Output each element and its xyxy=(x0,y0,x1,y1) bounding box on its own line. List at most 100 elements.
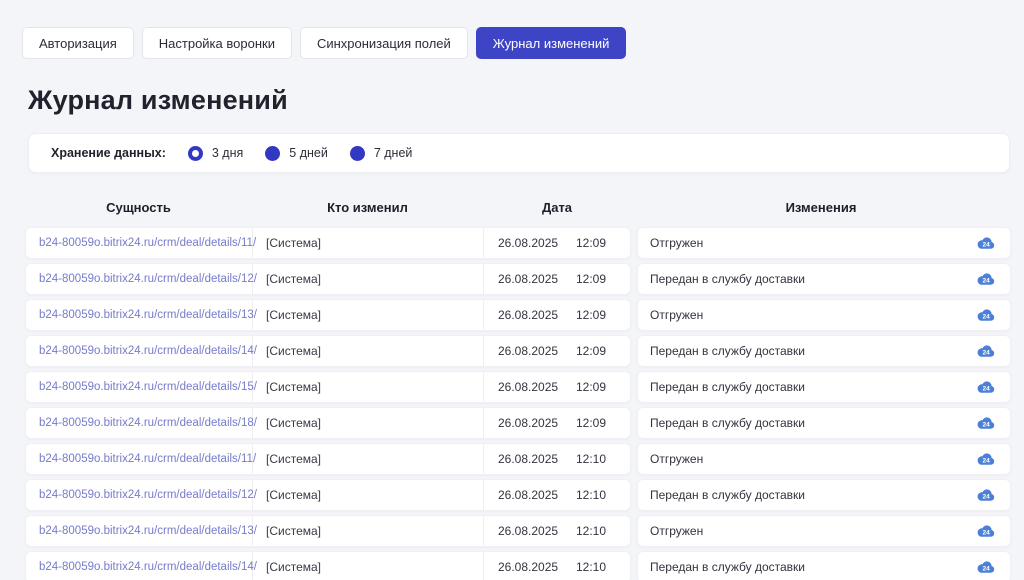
row-time: 12:10 xyxy=(576,488,606,502)
row-time: 12:09 xyxy=(576,236,606,250)
table-row: b24-80059o.bitrix24.ru/crm/deal/details/… xyxy=(25,263,1011,295)
entity-cell: b24-80059o.bitrix24.ru/crm/deal/details/… xyxy=(26,264,253,294)
radio-option-label: 5 дней xyxy=(289,146,328,160)
row-change-text: Передан в службу доставки xyxy=(650,560,805,574)
bitrix24-cloud-icon[interactable]: 24 xyxy=(976,344,996,358)
bitrix24-cloud-icon[interactable]: 24 xyxy=(976,416,996,430)
entity-link[interactable]: b24-80059o.bitrix24.ru/crm/deal/details/… xyxy=(39,561,257,573)
entity-cell: b24-80059o.bitrix24.ru/crm/deal/details/… xyxy=(26,336,253,366)
radio-unselected-icon[interactable] xyxy=(350,146,365,161)
bitrix24-cloud-icon[interactable]: 24 xyxy=(976,308,996,322)
bitrix24-cloud-icon[interactable]: 24 xyxy=(976,452,996,466)
entity-link[interactable]: b24-80059o.bitrix24.ru/crm/deal/details/… xyxy=(39,489,257,501)
entity-link[interactable]: b24-80059o.bitrix24.ru/crm/deal/details/… xyxy=(39,525,257,537)
who-cell: [Система] xyxy=(253,444,484,474)
changes-cell-card: Отгружен 24 xyxy=(637,443,1011,475)
tab-funnel-settings[interactable]: Настройка воронки xyxy=(142,27,292,59)
radio-option-label: 3 дня xyxy=(212,146,243,160)
table-row: b24-80059o.bitrix24.ru/crm/deal/details/… xyxy=(25,479,1011,511)
table-header: Сущность Кто изменил Дата Изменения xyxy=(25,200,1011,215)
who-cell: [Система] xyxy=(253,228,484,258)
date-cell: 26.08.2025 12:09 xyxy=(484,336,630,366)
column-header-changes: Изменения xyxy=(631,200,1011,215)
row-change-text: Передан в службу доставки xyxy=(650,416,805,430)
entity-link[interactable]: b24-80059o.bitrix24.ru/crm/deal/details/… xyxy=(39,237,256,249)
tab-authorization[interactable]: Авторизация xyxy=(22,27,134,59)
bitrix24-cloud-icon[interactable]: 24 xyxy=(976,524,996,538)
row-date: 26.08.2025 xyxy=(498,308,558,322)
table-row: b24-80059o.bitrix24.ru/crm/deal/details/… xyxy=(25,227,1011,259)
row-date: 26.08.2025 xyxy=(498,488,558,502)
row-main-card: b24-80059o.bitrix24.ru/crm/deal/details/… xyxy=(25,551,631,580)
row-change-text: Отгружен xyxy=(650,452,703,466)
row-change-text: Передан в службу доставки xyxy=(650,488,805,502)
row-main-card: b24-80059o.bitrix24.ru/crm/deal/details/… xyxy=(25,371,631,403)
row-change-text: Передан в службу доставки xyxy=(650,344,805,358)
bitrix24-cloud-icon[interactable]: 24 xyxy=(976,380,996,394)
radio-option-label: 7 дней xyxy=(374,146,413,160)
changes-cell-card: Передан в службу доставки 24 xyxy=(637,479,1011,511)
date-cell: 26.08.2025 12:09 xyxy=(484,264,630,294)
column-header-date: Дата xyxy=(483,200,631,215)
entity-cell: b24-80059o.bitrix24.ru/crm/deal/details/… xyxy=(26,480,253,510)
row-date: 26.08.2025 xyxy=(498,524,558,538)
entity-link[interactable]: b24-80059o.bitrix24.ru/crm/deal/details/… xyxy=(39,309,257,321)
who-cell: [Система] xyxy=(253,408,484,438)
row-change-text: Отгружен xyxy=(650,524,703,538)
date-cell: 26.08.2025 12:09 xyxy=(484,372,630,402)
radio-unselected-icon[interactable] xyxy=(265,146,280,161)
entity-cell: b24-80059o.bitrix24.ru/crm/deal/details/… xyxy=(26,444,253,474)
row-change-text: Передан в службу доставки xyxy=(650,272,805,286)
changes-cell-card: Передан в службу доставки 24 xyxy=(637,407,1011,439)
bitrix24-cloud-icon[interactable]: 24 xyxy=(976,560,996,574)
who-cell: [Система] xyxy=(253,372,484,402)
radio-option-3-days[interactable]: 3 дня xyxy=(188,146,243,161)
entity-link[interactable]: b24-80059o.bitrix24.ru/crm/deal/details/… xyxy=(39,345,257,357)
row-main-card: b24-80059o.bitrix24.ru/crm/deal/details/… xyxy=(25,515,631,547)
tab-field-sync[interactable]: Синхронизация полей xyxy=(300,27,468,59)
bitrix24-cloud-icon[interactable]: 24 xyxy=(976,272,996,286)
entity-link[interactable]: b24-80059o.bitrix24.ru/crm/deal/details/… xyxy=(39,417,257,429)
date-cell: 26.08.2025 12:10 xyxy=(484,516,630,546)
radio-option-5-days[interactable]: 5 дней xyxy=(265,146,328,161)
row-time: 12:10 xyxy=(576,524,606,538)
date-cell: 26.08.2025 12:09 xyxy=(484,228,630,258)
radio-option-7-days[interactable]: 7 дней xyxy=(350,146,413,161)
table-row: b24-80059o.bitrix24.ru/crm/deal/details/… xyxy=(25,299,1011,331)
changes-cell-card: Передан в службу доставки 24 xyxy=(637,551,1011,580)
entity-link[interactable]: b24-80059o.bitrix24.ru/crm/deal/details/… xyxy=(39,381,257,393)
row-time: 12:09 xyxy=(576,416,606,430)
tab-change-log[interactable]: Журнал изменений xyxy=(476,27,627,59)
changes-cell-card: Отгружен 24 xyxy=(637,227,1011,259)
table-row: b24-80059o.bitrix24.ru/crm/deal/details/… xyxy=(25,407,1011,439)
svg-text:24: 24 xyxy=(983,421,991,428)
table-row: b24-80059o.bitrix24.ru/crm/deal/details/… xyxy=(25,443,1011,475)
entity-link[interactable]: b24-80059o.bitrix24.ru/crm/deal/details/… xyxy=(39,453,256,465)
row-time: 12:09 xyxy=(576,344,606,358)
entity-cell: b24-80059o.bitrix24.ru/crm/deal/details/… xyxy=(26,300,253,330)
svg-text:24: 24 xyxy=(983,241,991,248)
row-date: 26.08.2025 xyxy=(498,344,558,358)
svg-text:24: 24 xyxy=(983,457,991,464)
entity-link[interactable]: b24-80059o.bitrix24.ru/crm/deal/details/… xyxy=(39,273,257,285)
changes-cell-card: Отгружен 24 xyxy=(637,299,1011,331)
bitrix24-cloud-icon[interactable]: 24 xyxy=(976,236,996,250)
date-cell: 26.08.2025 12:10 xyxy=(484,552,630,580)
row-main-card: b24-80059o.bitrix24.ru/crm/deal/details/… xyxy=(25,335,631,367)
radio-selected-icon[interactable] xyxy=(188,146,203,161)
entity-cell: b24-80059o.bitrix24.ru/crm/deal/details/… xyxy=(26,372,253,402)
row-time: 12:10 xyxy=(576,452,606,466)
row-date: 26.08.2025 xyxy=(498,452,558,466)
entity-cell: b24-80059o.bitrix24.ru/crm/deal/details/… xyxy=(26,552,253,580)
row-main-card: b24-80059o.bitrix24.ru/crm/deal/details/… xyxy=(25,299,631,331)
column-header-entity: Сущность xyxy=(25,200,252,215)
row-time: 12:09 xyxy=(576,380,606,394)
bitrix24-cloud-icon[interactable]: 24 xyxy=(976,488,996,502)
page-title: Журнал изменений xyxy=(28,85,1024,116)
date-cell: 26.08.2025 12:10 xyxy=(484,480,630,510)
row-date: 26.08.2025 xyxy=(498,380,558,394)
changes-cell-card: Отгружен 24 xyxy=(637,515,1011,547)
row-change-text: Передан в службу доставки xyxy=(650,380,805,394)
who-cell: [Система] xyxy=(253,480,484,510)
changes-cell-card: Передан в службу доставки 24 xyxy=(637,371,1011,403)
